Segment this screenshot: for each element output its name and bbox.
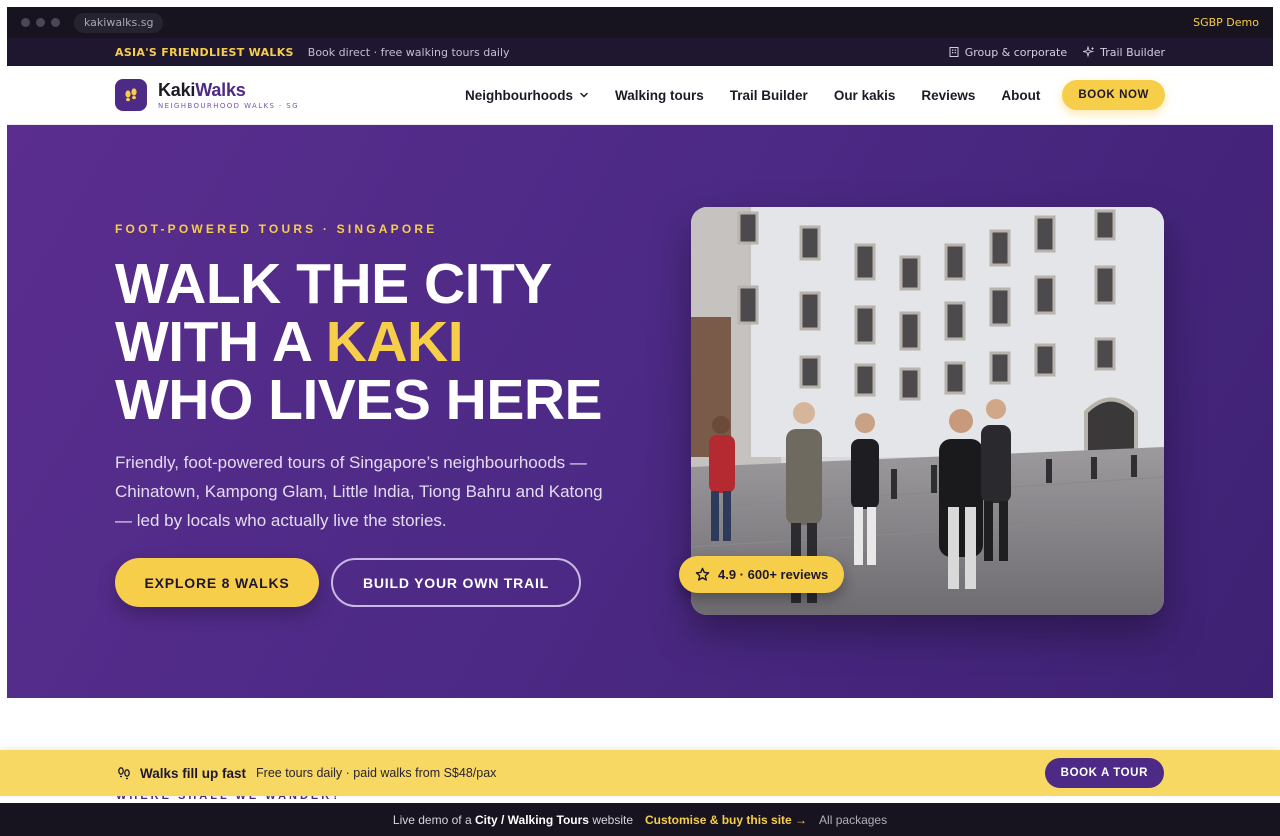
demo-text: Live demo of a City / Walking Tours webs… [393, 813, 633, 827]
headline-line1: WALK THE CITY [115, 252, 552, 316]
announcement-highlight: ASIA'S FRIENDLIEST WALKS [115, 45, 294, 59]
chevron-down-icon [580, 92, 588, 98]
logo-name-part2: Walks [195, 80, 246, 100]
logo-name: KakiWalks [158, 80, 299, 101]
demo-label: SGBP Demo [1193, 16, 1259, 29]
customise-buy-link[interactable]: Customise & buy this site → [645, 813, 807, 827]
group-corporate-label: Group & corporate [964, 45, 1068, 59]
rating-text: 4.9 · 600+ reviews [718, 567, 829, 582]
trail-builder-label: Trail Builder [1100, 45, 1165, 59]
demo-footer-bar: Live demo of a City / Walking Tours webs… [0, 803, 1280, 836]
headline-line2-pre: WITH A [115, 310, 326, 374]
star-icon [695, 567, 710, 581]
book-a-tour-button[interactable]: BOOK A TOUR [1044, 758, 1164, 788]
demo-prefix: Live demo of a [392, 812, 472, 827]
footprints-icon [118, 767, 130, 780]
announcement-subtitle: Book direct · free walking tours daily [307, 45, 510, 59]
nav-neighbourhoods[interactable]: Neighbourhoods [465, 88, 589, 103]
promo-subtitle: Free tours daily · paid walks from S$48/… [256, 766, 497, 780]
hero-lede: Friendly, foot-powered tours of Singapor… [115, 453, 603, 530]
announcement-bar: ASIA'S FRIENDLIEST WALKS Book direct · f… [7, 38, 1273, 66]
rating-badge: 4.9 · 600+ reviews [679, 556, 845, 593]
window-dot[interactable] [36, 18, 45, 27]
build-trail-button[interactable]: BUILD YOUR OWN TRAIL [331, 558, 581, 607]
logo-tagline: NEIGHBOURHOOD WALKS · SG [158, 102, 299, 110]
url-text: kakiwalks.sg [84, 16, 154, 29]
site-header: KakiWalks NEIGHBOURHOOD WALKS · SG Neigh… [7, 66, 1273, 125]
street-scene-illustration [691, 207, 1164, 615]
explore-walks-button[interactable]: EXPLORE 8 WALKS [115, 558, 319, 607]
logo-wordmark[interactable]: KakiWalks NEIGHBOURHOOD WALKS · SG [158, 80, 299, 110]
group-corporate-link[interactable]: Group & corporate [948, 46, 1067, 59]
hero-section: FOOT-POWERED TOURS · SINGAPORE WALK THE … [7, 125, 1273, 698]
hero-photo [691, 207, 1164, 615]
nav-walking-tours[interactable]: Walking tours [615, 88, 704, 103]
browser-chrome: kakiwalks.sg SGBP Demo [7, 7, 1273, 38]
utility-links: Group & corporate Trail Builder [948, 46, 1165, 59]
trail-builder-link[interactable]: Trail Builder [1083, 46, 1165, 59]
nav-reviews[interactable]: Reviews [921, 88, 975, 103]
logo-name-part1: Kaki [158, 80, 196, 100]
window-dot[interactable] [51, 18, 60, 27]
book-now-button[interactable]: BOOK NOW [1062, 80, 1165, 110]
building-icon [949, 47, 959, 57]
logo-mark[interactable] [115, 79, 147, 111]
promo-bar: Walks fill up fast Free tours daily · pa… [0, 750, 1280, 796]
all-packages-link[interactable]: All packages [819, 813, 887, 827]
footprints-icon [125, 88, 137, 102]
nav-about[interactable]: About [1001, 88, 1040, 103]
demo-suffix: website [592, 812, 634, 827]
demo-category: City / Walking Tours [474, 812, 589, 827]
promo-title: Walks fill up fast [140, 765, 247, 781]
url-bar[interactable]: kakiwalks.sg [74, 12, 164, 33]
hero-headline: WALK THE CITY WITH A KAKI WHO LIVES HERE [115, 252, 603, 432]
window-dot[interactable] [21, 18, 30, 27]
sparkle-icon [1083, 46, 1095, 58]
main-nav: Neighbourhoods Walking tours Trail Build… [465, 88, 1040, 103]
hero-eyebrow: FOOT-POWERED TOURS · SINGAPORE [115, 222, 438, 236]
nav-our-kakis[interactable]: Our kakis [834, 88, 896, 103]
headline-line3: WHO LIVES HERE [115, 368, 603, 432]
window-controls [21, 18, 60, 27]
nav-trail-builder[interactable]: Trail Builder [730, 88, 808, 103]
headline-accent: KAKI [325, 310, 464, 374]
nav-label: Neighbourhoods [465, 87, 574, 103]
